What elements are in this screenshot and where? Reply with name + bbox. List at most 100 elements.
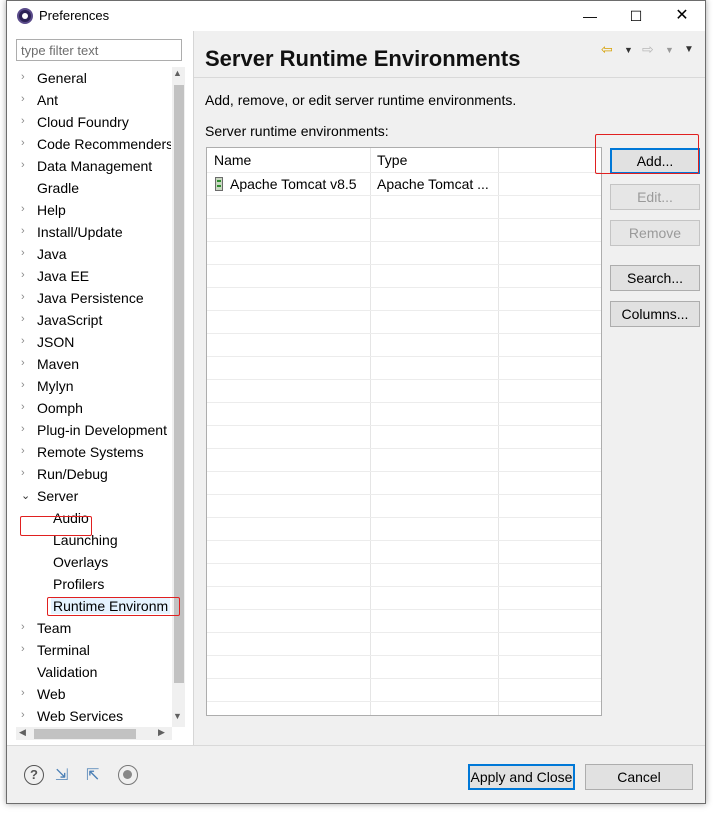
tree-item-profilers[interactable]: Profilers (7, 573, 171, 595)
highlight-box-server (20, 516, 92, 536)
tree-item-terminal[interactable]: › Terminal (7, 639, 171, 661)
chevron-right-icon[interactable]: › (21, 467, 31, 481)
tree-item-label: Overlays (53, 554, 109, 570)
chevron-right-icon[interactable]: › (21, 423, 31, 437)
chevron-right-icon[interactable]: › (21, 291, 31, 305)
tree-item-remote-systems[interactable]: › Remote Systems (7, 441, 171, 463)
table-cell-name[interactable]: Apache Tomcat v8.5 (230, 176, 357, 192)
import-icon[interactable]: ⇲ (55, 765, 75, 785)
tree-item-java-ee[interactable]: › Java EE (7, 265, 171, 287)
chevron-right-icon[interactable]: › (21, 93, 31, 107)
chevron-right-icon[interactable]: › (21, 643, 31, 657)
tree-item-general[interactable]: › General (7, 67, 171, 89)
tree-item-label: Run/Debug (37, 466, 108, 482)
highlight-box-add (595, 134, 699, 174)
row-divider (207, 448, 601, 449)
chevron-right-icon[interactable]: › (21, 115, 31, 129)
server-runtime-icon (215, 177, 223, 191)
scrollbar-thumb[interactable] (174, 85, 184, 683)
apply-and-close-button[interactable]: Apply and Close (468, 764, 575, 790)
tree-item-label: Server (37, 488, 79, 504)
tree-item-code-recommenders[interactable]: › Code Recommenders (7, 133, 171, 155)
forward-dropdown-icon[interactable]: ▼ (665, 45, 674, 65)
runtime-environments-table[interactable]: Name Type Apache Tomcat v8.5 Apache Tomc… (206, 147, 602, 716)
forward-arrow-icon[interactable]: ⇨ (642, 41, 654, 61)
tree-item-server[interactable]: ⌄ Server (7, 485, 171, 507)
help-icon[interactable]: ? (24, 765, 44, 785)
chevron-right-icon[interactable]: › (21, 709, 31, 723)
tree-item-cloud-foundry[interactable]: › Cloud Foundry (7, 111, 171, 133)
columns-button[interactable]: Columns... (610, 301, 700, 327)
tree-item-run-debug[interactable]: › Run/Debug (7, 463, 171, 485)
chevron-right-icon[interactable]: › (21, 269, 31, 283)
tree-item-label: Maven (37, 356, 80, 372)
remove-button[interactable]: Remove (610, 220, 700, 246)
tree-item-label: Java EE (37, 268, 90, 284)
minimize-button[interactable]: — (567, 1, 613, 31)
tree-horizontal-scrollbar[interactable]: ◀ ▶ (16, 727, 172, 740)
chevron-right-icon[interactable]: › (21, 203, 31, 217)
filter-input[interactable] (16, 39, 182, 61)
chevron-right-icon[interactable]: › (21, 313, 31, 327)
chevron-down-icon[interactable]: ⌄ (21, 489, 31, 503)
back-arrow-icon[interactable]: ⇦ (601, 41, 613, 61)
chevron-right-icon[interactable]: › (21, 621, 31, 635)
tree-item-help[interactable]: › Help (7, 199, 171, 221)
tree-item-web[interactable]: › Web (7, 683, 171, 705)
cancel-button[interactable]: Cancel (585, 764, 693, 790)
preferences-dialog: Preferences — ☐ ✕ › General › Ant › Cloud F… (6, 0, 706, 804)
table-cell-type[interactable]: Apache Tomcat ... (377, 176, 489, 192)
chevron-right-icon[interactable]: › (21, 379, 31, 393)
view-menu-icon[interactable]: ▼ (684, 44, 694, 64)
tree-item-mylyn[interactable]: › Mylyn (7, 375, 171, 397)
tree-item-javascript[interactable]: › JavaScript (7, 309, 171, 331)
scrollbar-thumb[interactable] (34, 729, 136, 739)
column-header-name[interactable]: Name (207, 148, 370, 172)
export-icon[interactable]: ⇱ (86, 765, 106, 785)
tree-item-label: Web Services (37, 708, 124, 724)
tree-item-java[interactable]: › Java (7, 243, 171, 265)
tree-item-label: Java Persistence (37, 290, 144, 306)
tree-item-json[interactable]: › JSON (7, 331, 171, 353)
record-icon[interactable] (118, 765, 138, 785)
tree-item-oomph[interactable]: › Oomph (7, 397, 171, 419)
tree-item-team[interactable]: › Team (7, 617, 171, 639)
scroll-down-arrow-icon[interactable]: ▼ (173, 711, 182, 721)
tree-item-data-management[interactable]: › Data Management (7, 155, 171, 177)
chevron-right-icon[interactable]: › (21, 159, 31, 173)
chevron-right-icon[interactable]: › (21, 687, 31, 701)
window-title: Preferences (39, 8, 110, 23)
tree-item-maven[interactable]: › Maven (7, 353, 171, 375)
scroll-up-arrow-icon[interactable]: ▲ (173, 68, 182, 78)
chevron-right-icon[interactable]: › (21, 247, 31, 261)
header-separator (194, 77, 705, 78)
tree-item-ant[interactable]: › Ant (7, 89, 171, 111)
tree-item-label: Team (37, 620, 72, 636)
tree-item-web-services[interactable]: › Web Services (7, 705, 171, 727)
scroll-right-arrow-icon[interactable]: ▶ (158, 727, 165, 738)
footer-separator (7, 745, 705, 746)
tree-item-gradle[interactable]: Gradle (7, 177, 171, 199)
chevron-right-icon[interactable]: › (21, 71, 31, 85)
chevron-right-icon[interactable]: › (21, 335, 31, 349)
chevron-right-icon[interactable]: › (21, 137, 31, 151)
tree-item-java-persistence[interactable]: › Java Persistence (7, 287, 171, 309)
tree-item-validation[interactable]: Validation (7, 661, 171, 683)
chevron-right-icon[interactable]: › (21, 401, 31, 415)
title-bar[interactable]: Preferences — ☐ ✕ (7, 1, 705, 31)
search-button[interactable]: Search... (610, 265, 700, 291)
tree-vertical-scrollbar[interactable]: ▲ ▼ (172, 67, 185, 727)
close-button[interactable]: ✕ (659, 1, 705, 31)
scroll-left-arrow-icon[interactable]: ◀ (19, 727, 26, 738)
tree-item-plugin-development[interactable]: › Plug-in Development (7, 419, 171, 441)
back-dropdown-icon[interactable]: ▼ (624, 45, 633, 65)
row-divider (207, 218, 601, 219)
chevron-right-icon[interactable]: › (21, 445, 31, 459)
column-header-type[interactable]: Type (370, 148, 498, 172)
tree-item-overlays[interactable]: Overlays (7, 551, 171, 573)
edit-button[interactable]: Edit... (610, 184, 700, 210)
chevron-right-icon[interactable]: › (21, 225, 31, 239)
maximize-button[interactable]: ☐ (613, 1, 659, 31)
tree-item-install-update[interactable]: › Install/Update (7, 221, 171, 243)
chevron-right-icon[interactable]: › (21, 357, 31, 371)
